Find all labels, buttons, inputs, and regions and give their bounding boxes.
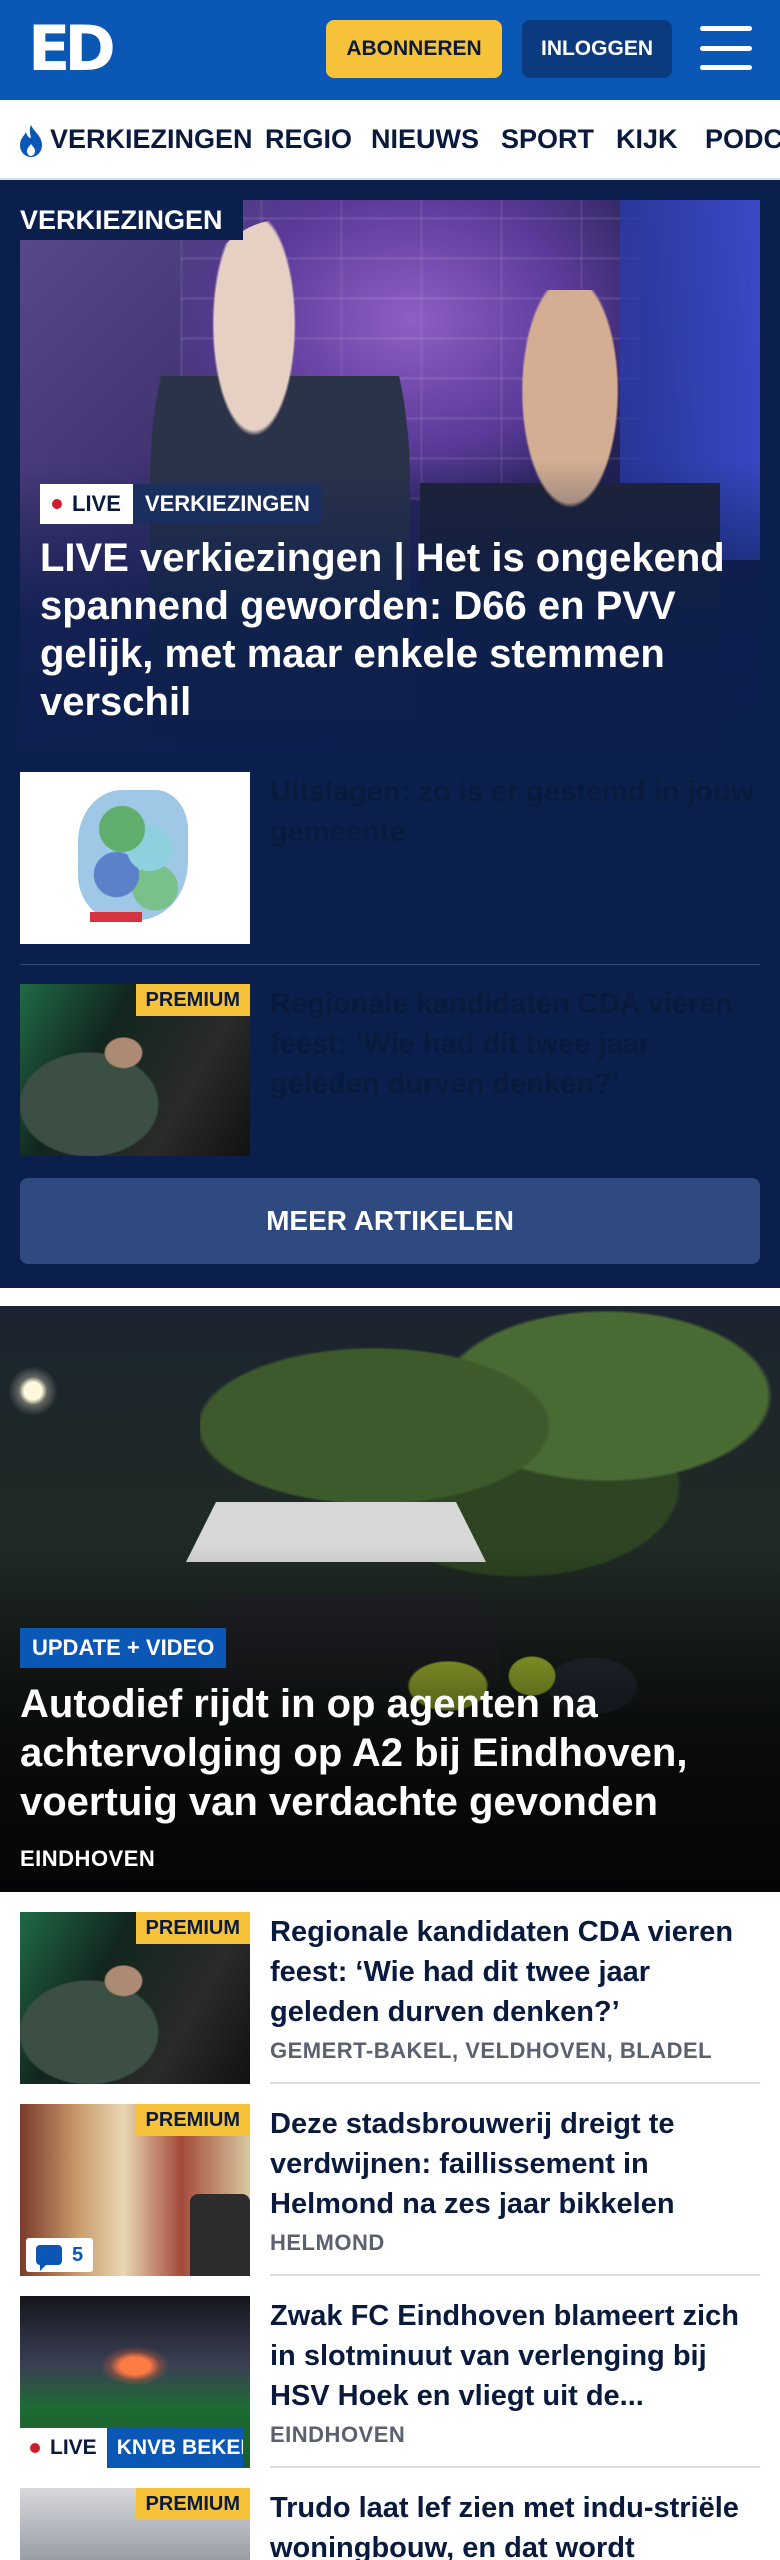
article-thumbnail: PREMIUM (20, 2488, 250, 2560)
comment-count[interactable]: 5 (26, 2238, 94, 2272)
nav-item-kijk[interactable]: KIJK (616, 122, 678, 156)
top-bar: ED ABONNEREN INLOGGEN (0, 0, 780, 100)
more-articles-button[interactable]: MEER ARTIKELEN (20, 1178, 760, 1264)
divider (270, 2466, 760, 2468)
election-article-cda[interactable]: PREMIUM Regionale kandidaten CDA vieren … (20, 984, 760, 1160)
nav-item-sport[interactable]: SPORT (501, 122, 594, 156)
premium-badge: PREMIUM (135, 2104, 250, 2136)
election-hero[interactable]: VERKIEZINGEN LIVE VERKIEZINGEN LIVE verk… (20, 200, 760, 752)
article-title[interactable]: Zwak FC Eindhoven blameert zich in slotm… (270, 2296, 760, 2416)
premium-badge: PREMIUM (135, 984, 250, 1016)
nav-item-nieuws[interactable]: NIEUWS (371, 122, 479, 156)
topic-tag: KNVB BEKER (106, 2428, 243, 2468)
article-location: GEMERT-BAKEL, VELDHOVEN, BLADEL (270, 2038, 713, 2063)
menu-icon[interactable] (700, 26, 752, 70)
premium-badge: PREMIUM (135, 1912, 250, 1944)
flame-icon (20, 125, 42, 157)
article-thumbnail: PREMIUM (20, 1912, 250, 2084)
comment-icon (36, 2245, 62, 2271)
topic-tag: VERKIEZINGEN (132, 484, 322, 524)
nav-item-regio[interactable]: REGIO (265, 122, 352, 156)
live-badge: LIVE VERKIEZINGEN (40, 484, 322, 524)
hero-headline[interactable]: LIVE verkiezingen | Het is ongekend span… (40, 534, 750, 726)
nav-item-podcasts[interactable]: PODCASTS (705, 122, 780, 156)
premium-badge: PREMIUM (135, 2488, 250, 2520)
main-nav: VERKIEZINGEN REGIO NIEUWS SPORT KIJK POD… (0, 100, 780, 180)
election-article-results[interactable]: Uitslagen: zo is er gestemd in jouw geme… (20, 772, 760, 948)
nav-item-verkiezingen[interactable]: VERKIEZINGEN (50, 122, 253, 156)
list-item[interactable]: PREMIUM Regionale kandidaten CDA vieren … (20, 1912, 760, 2088)
live-dot-icon (30, 2443, 40, 2453)
divider (20, 964, 760, 965)
article-title[interactable]: Trudo laat lef zien met indu-striële won… (270, 2488, 760, 2560)
ed-logo[interactable]: ED (28, 18, 116, 80)
divider (270, 2274, 760, 2276)
article-title[interactable]: Regionale kandidaten CDA vieren feest: ‘… (270, 984, 760, 1104)
update-video-badge: UPDATE + VIDEO (20, 1628, 227, 1668)
live-dot-icon (52, 499, 62, 509)
section-label: VERKIEZINGEN (20, 200, 243, 240)
divider (270, 2082, 760, 2084)
map-thumbnail (20, 772, 250, 944)
article-title[interactable]: Uitslagen: zo is er gestemd in jouw geme… (270, 772, 760, 852)
hero-headline[interactable]: Autodief rijdt in op agenten na achtervo… (20, 1680, 760, 1827)
subscribe-button[interactable]: ABONNEREN (326, 20, 502, 78)
article-location: EINDHOVEN (270, 2422, 406, 2447)
hero-location: EINDHOVEN (20, 1846, 156, 1871)
live-badge: LIVE KNVB BEKER (20, 2428, 243, 2468)
list-item[interactable]: LIVE KNVB BEKER Zwak FC Eindhoven blamee… (20, 2296, 760, 2472)
article-thumbnail: LIVE KNVB BEKER (20, 2296, 250, 2468)
article-title[interactable]: Deze stadsbrouwerij dreigt te verdwijnen… (270, 2104, 760, 2224)
article-location: HELMOND (270, 2230, 385, 2255)
article-thumbnail: PREMIUM 5 (20, 2104, 250, 2276)
article-title[interactable]: Regionale kandidaten CDA vieren feest: ‘… (270, 1912, 760, 2032)
article-thumbnail: PREMIUM (20, 984, 250, 1156)
news-hero[interactable]: UPDATE + VIDEO Autodief rijdt in op agen… (0, 1306, 780, 1892)
list-item[interactable]: PREMIUM 5 Deze stadsbrouwerij dreigt te … (20, 2104, 760, 2280)
list-item[interactable]: PREMIUM Trudo laat lef zien met indu-str… (20, 2488, 760, 2560)
login-button[interactable]: INLOGGEN (522, 20, 672, 78)
